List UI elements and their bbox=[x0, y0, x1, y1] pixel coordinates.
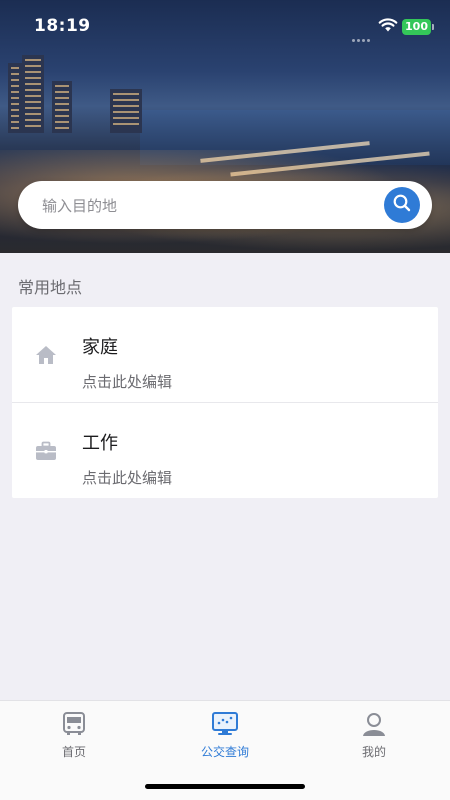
favorite-place-work[interactable]: 工作 点击此处编辑 bbox=[12, 403, 438, 498]
favorite-place-home[interactable]: 家庭 点击此处编辑 bbox=[12, 307, 438, 402]
destination-search-bar[interactable]: 输入目的地 bbox=[18, 181, 432, 229]
place-name: 工作 bbox=[82, 433, 118, 454]
user-icon bbox=[361, 711, 387, 737]
briefcase-icon bbox=[34, 439, 58, 463]
favorite-places-card: 家庭 点击此处编辑 工作 点击此处编辑 bbox=[12, 307, 438, 498]
tab-label: 公交查询 bbox=[200, 745, 249, 759]
tab-home[interactable]: 首页 bbox=[24, 709, 124, 765]
status-time: 18:19 bbox=[34, 16, 91, 36]
tab-mine[interactable]: 我的 bbox=[324, 709, 424, 765]
tab-label: 我的 bbox=[361, 745, 386, 759]
search-button[interactable] bbox=[384, 187, 420, 223]
battery-indicator: 100 bbox=[402, 19, 434, 35]
wifi-icon bbox=[378, 17, 398, 37]
home-icon bbox=[34, 343, 58, 367]
search-input[interactable]: 输入目的地 bbox=[42, 195, 117, 216]
place-name: 家庭 bbox=[82, 337, 118, 358]
section-title-favorites: 常用地点 bbox=[18, 278, 83, 297]
tab-label: 首页 bbox=[61, 745, 86, 759]
place-hint: 点击此处编辑 bbox=[82, 469, 173, 487]
tab-bus-query[interactable]: 公交查询 bbox=[175, 709, 275, 765]
cellular-signal-icon bbox=[352, 27, 372, 46]
status-bar: 18:19 100 bbox=[0, 0, 450, 56]
home-indicator bbox=[145, 784, 305, 789]
search-icon bbox=[392, 193, 412, 217]
bus-icon bbox=[61, 711, 87, 737]
bus-query-screen-icon bbox=[212, 711, 238, 737]
place-hint: 点击此处编辑 bbox=[82, 373, 173, 391]
